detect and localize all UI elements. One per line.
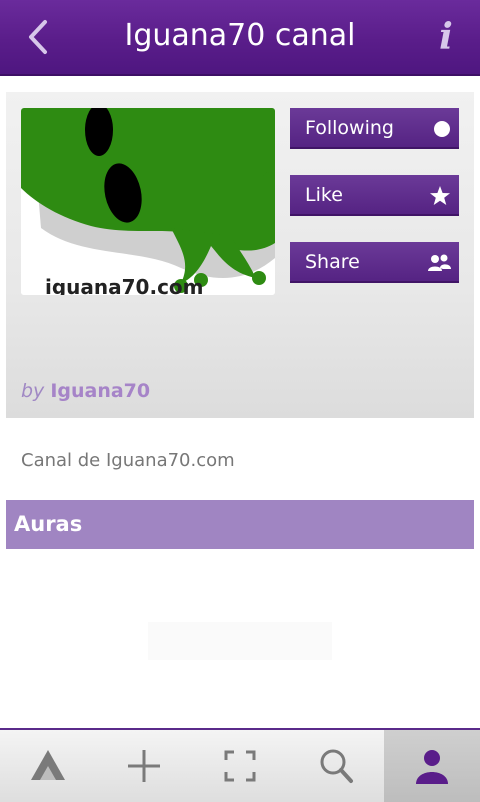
author-line: by Iguana70: [21, 380, 150, 402]
tab-scan[interactable]: [192, 730, 288, 802]
following-button[interactable]: Following: [290, 108, 459, 149]
share-button[interactable]: Share: [290, 242, 459, 283]
author-link[interactable]: Iguana70: [50, 380, 150, 402]
tab-search[interactable]: [288, 730, 384, 802]
scan-frame-icon: [224, 750, 256, 782]
thumbnail-text: iguana70.com: [45, 275, 204, 295]
auras-section-header: Auras: [6, 500, 474, 549]
bottom-nav: [0, 728, 480, 802]
channel-card: iguana70.com Following Like Share by Igua…: [6, 92, 474, 418]
info-button[interactable]: i: [426, 14, 466, 60]
by-label: by: [21, 380, 45, 402]
following-label: Following: [305, 117, 394, 139]
section-title: Auras: [14, 512, 83, 536]
page-title: Iguana70 canal: [124, 18, 356, 53]
search-icon: [320, 749, 353, 783]
channel-thumbnail[interactable]: iguana70.com: [21, 108, 275, 295]
aura-logo-icon: [31, 750, 65, 780]
top-header: Iguana70 canal i: [0, 0, 480, 76]
info-icon: i: [439, 16, 453, 58]
tab-create[interactable]: [96, 730, 192, 802]
share-label: Share: [305, 251, 360, 273]
toggle-dot-icon: [434, 121, 450, 137]
plus-icon: [128, 750, 160, 782]
empty-placeholder: [148, 622, 332, 660]
channel-description: Canal de Iguana70.com: [21, 450, 235, 471]
chevron-left-icon: [29, 20, 47, 54]
like-button[interactable]: Like: [290, 175, 459, 216]
like-label: Like: [305, 184, 343, 206]
people-icon: [428, 254, 451, 271]
star-icon: [430, 186, 450, 205]
tab-home[interactable]: [0, 730, 96, 802]
profile-icon: [416, 750, 448, 784]
iguana-logo-image: iguana70.com: [21, 108, 275, 295]
tab-profile[interactable]: [384, 730, 480, 802]
back-button[interactable]: [18, 16, 58, 58]
